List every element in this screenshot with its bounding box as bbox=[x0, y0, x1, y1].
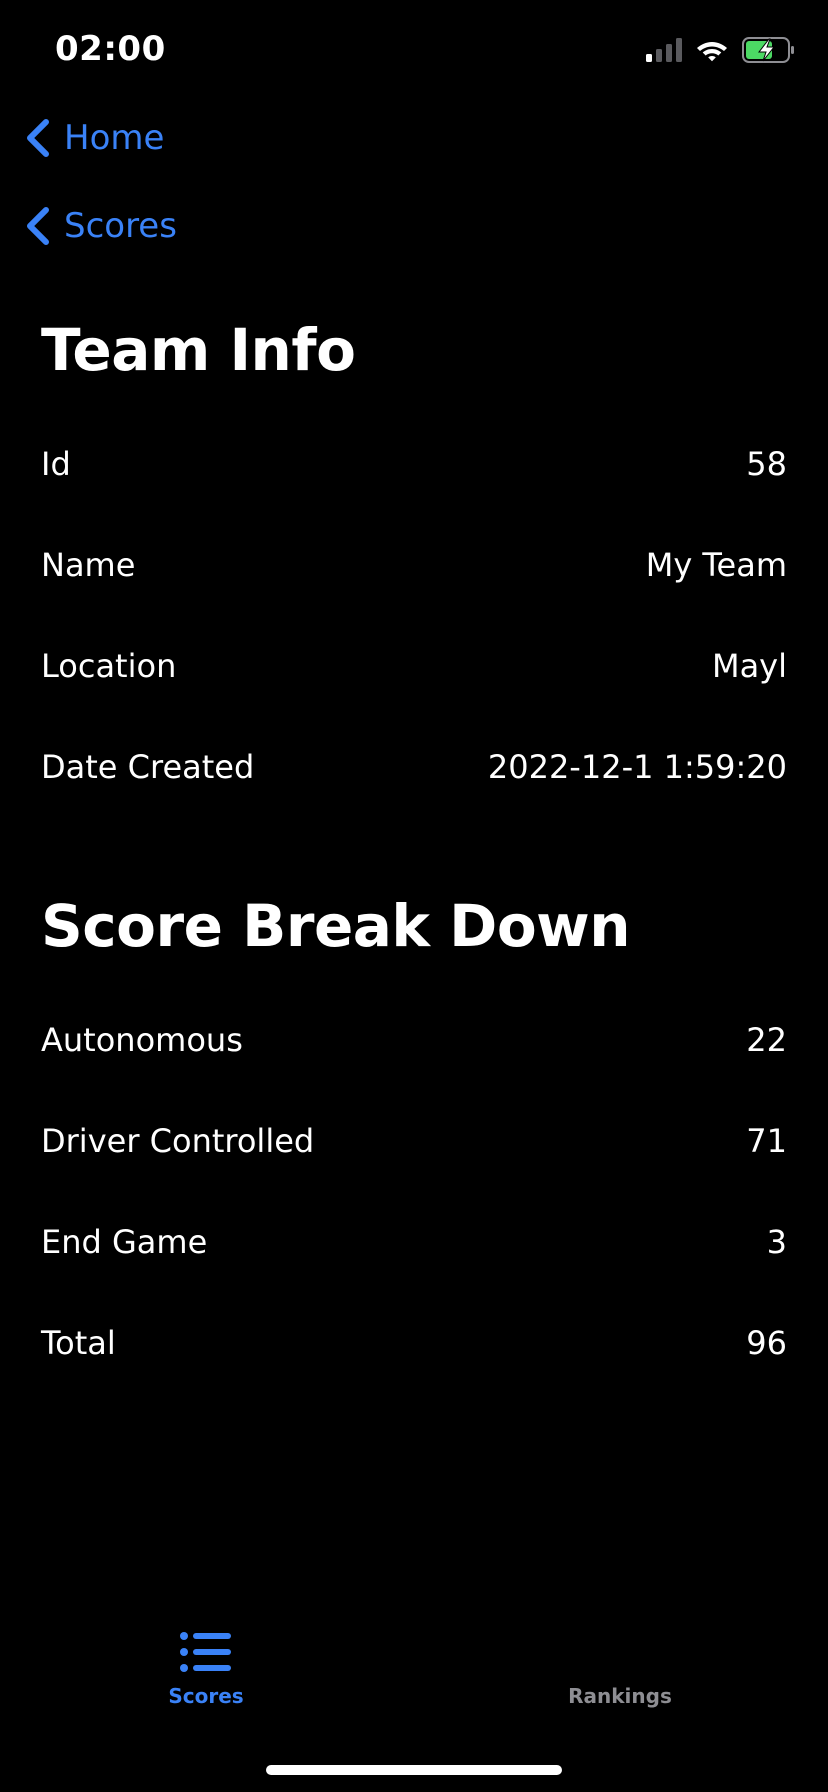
info-row-location: Location Mayl bbox=[41, 644, 787, 688]
row-value: 3 bbox=[766, 1223, 787, 1261]
back-home-button[interactable]: Home bbox=[24, 118, 164, 158]
wifi-icon bbox=[697, 42, 727, 62]
row-value: Mayl bbox=[711, 647, 787, 685]
screen: 02:00 Home Scores Team Info Id 58 Name M… bbox=[0, 0, 828, 1792]
row-value: 2022-12-1 1:59:20 bbox=[487, 748, 787, 786]
row-value: 58 bbox=[746, 445, 787, 483]
row-value: 22 bbox=[746, 1021, 787, 1059]
row-label: End Game bbox=[41, 1223, 208, 1261]
home-indicator[interactable] bbox=[266, 1765, 562, 1775]
status-bar: 02:00 bbox=[0, 0, 828, 100]
list-icon bbox=[180, 1632, 231, 1672]
back-scores-label: Scores bbox=[64, 206, 177, 246]
back-scores-button[interactable]: Scores bbox=[24, 206, 177, 246]
info-row-name: Name My Team bbox=[41, 543, 787, 587]
info-row-id: Id 58 bbox=[41, 442, 787, 486]
tab-rankings[interactable]: Rankings bbox=[520, 1630, 720, 1708]
info-row-date-created: Date Created 2022-12-1 1:59:20 bbox=[41, 745, 787, 789]
team-info-title: Team Info bbox=[41, 316, 356, 384]
tab-rankings-icon-placeholder bbox=[593, 1630, 647, 1674]
row-value: 71 bbox=[746, 1122, 787, 1160]
tab-scores-label: Scores bbox=[168, 1684, 244, 1708]
tab-scores[interactable]: Scores bbox=[106, 1630, 306, 1708]
cellular-signal-icon bbox=[646, 38, 682, 62]
row-label: Date Created bbox=[41, 748, 255, 786]
tab-rankings-label: Rankings bbox=[568, 1684, 672, 1708]
row-value: 96 bbox=[746, 1324, 787, 1362]
score-row-end-game: End Game 3 bbox=[41, 1220, 787, 1264]
tab-bar: Scores Rankings bbox=[0, 1630, 828, 1730]
score-row-total: Total 96 bbox=[41, 1321, 787, 1365]
score-breakdown-title: Score Break Down bbox=[41, 892, 631, 960]
row-label: Location bbox=[41, 647, 177, 685]
battery-charging-icon bbox=[742, 37, 794, 63]
score-row-autonomous: Autonomous 22 bbox=[41, 1018, 787, 1062]
back-home-label: Home bbox=[64, 118, 165, 158]
status-icons bbox=[646, 36, 796, 64]
row-value: My Team bbox=[645, 546, 787, 584]
row-label: Total bbox=[41, 1324, 116, 1362]
chevron-left-icon bbox=[27, 119, 49, 157]
status-time: 02:00 bbox=[55, 29, 166, 69]
chevron-left-icon bbox=[27, 207, 49, 245]
row-label: Id bbox=[41, 445, 71, 483]
score-row-driver-controlled: Driver Controlled 71 bbox=[41, 1119, 787, 1163]
row-label: Name bbox=[41, 546, 136, 584]
row-label: Driver Controlled bbox=[41, 1122, 315, 1160]
row-label: Autonomous bbox=[41, 1021, 243, 1059]
